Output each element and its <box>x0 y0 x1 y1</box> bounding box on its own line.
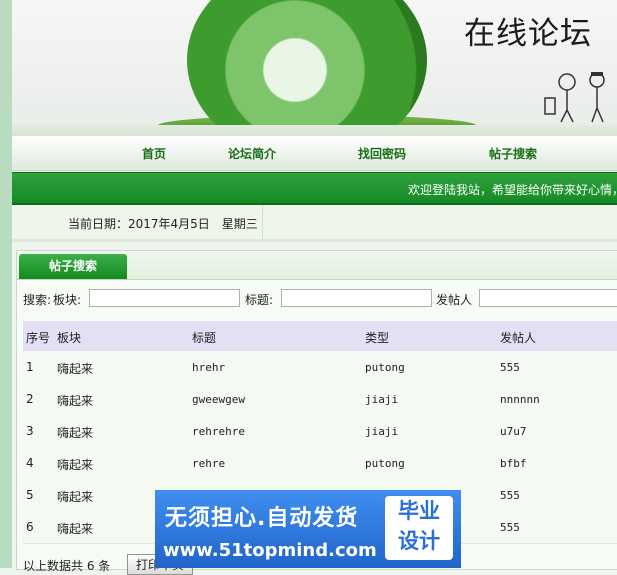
title-input[interactable] <box>281 289 432 307</box>
poster-input[interactable] <box>479 289 617 307</box>
cell-index: 4 <box>26 456 34 470</box>
table-header: 序号 板块 标题 类型 发帖人 <box>23 321 617 351</box>
col-index: 序号 <box>26 331 51 345</box>
tab-post-search[interactable]: 帖子搜索 <box>19 254 127 279</box>
cell-poster: nnnnnn <box>500 393 540 406</box>
banner-base <box>12 125 617 136</box>
date-bar: 当前日期：2017年4月5日 星期三 <box>12 205 617 242</box>
watermark-slogan: 无须担心.自动发货 <box>165 506 359 531</box>
table-row[interactable]: 2 嗨起来 gweewgew jiaji nnnnnn <box>23 383 617 416</box>
cell-board: 嗨起来 <box>57 362 94 376</box>
cell-index: 5 <box>26 488 34 502</box>
cartoon-people-icon <box>544 72 605 123</box>
table-row[interactable]: 1 嗨起来 hrehr putong 555 <box>23 351 617 384</box>
watermark-badge: 毕业 设计 <box>385 496 453 560</box>
col-title: 标题 <box>192 331 217 345</box>
cell-board: 嗨起来 <box>57 458 94 472</box>
welcome-text: 欢迎登陆我站，希望能给你带来好心情， <box>408 183 617 197</box>
title-label: 标题: <box>245 293 274 307</box>
watermark-banner: 无须担心.自动发货 www.51topmind.com 毕业 设计 <box>155 490 461 568</box>
record-count: 以上数据共 6 条 <box>23 559 111 573</box>
cell-title[interactable]: rehre <box>192 457 225 470</box>
table-row[interactable]: 3 嗨起来 rehrehre jiaji u7u7 <box>23 415 617 448</box>
panel-header: 帖子搜索 <box>17 251 617 280</box>
board-input[interactable] <box>89 289 240 307</box>
table-footer: 以上数据共 6 条 打印本页 <box>23 554 194 575</box>
col-board: 板块 <box>57 331 82 345</box>
cell-poster: 555 <box>500 489 520 502</box>
poster-label: 发帖人 <box>436 293 473 307</box>
cell-type: jiaji <box>365 393 399 406</box>
col-type: 类型 <box>365 331 390 345</box>
watermark-badge-line2: 设计 <box>398 529 440 553</box>
cell-poster: bfbf <box>500 457 527 470</box>
cell-board: 嗨起来 <box>57 522 94 536</box>
cell-board: 嗨起来 <box>57 394 94 408</box>
header-banner: 在线论坛 <box>12 0 617 137</box>
nav-post-search[interactable]: 帖子搜索 <box>489 145 537 162</box>
cell-index: 3 <box>26 424 34 438</box>
watermark-badge-line1: 毕业 <box>398 499 440 523</box>
cell-title[interactable]: gweewgew <box>192 393 245 406</box>
cell-type: jiaji <box>365 425 399 438</box>
main-nav: 首页 论坛简介 找回密码 帖子搜索 <box>12 136 617 171</box>
table-row[interactable]: 4 嗨起来 rehre putong bfbf <box>23 447 617 480</box>
cell-title[interactable]: hrehr <box>192 361 225 374</box>
cell-type: putong <box>365 361 405 374</box>
nav-forum-intro[interactable]: 论坛简介 <box>228 145 276 162</box>
watermark-url: www.51topmind.com <box>163 540 377 561</box>
cell-index: 6 <box>26 520 34 534</box>
search-prefix-label: 搜索: <box>23 293 52 307</box>
nav-recover-password[interactable]: 找回密码 <box>358 145 406 162</box>
cell-board: 嗨起来 <box>57 426 94 440</box>
cell-poster: u7u7 <box>500 425 527 438</box>
site-title: 在线论坛 <box>464 16 592 52</box>
page: 在线论坛 首页 论坛简介 找回密码 帖子搜索 欢迎登陆我站，希望能给你带来好心情… <box>0 0 617 575</box>
globe-image <box>187 0 427 136</box>
cell-index: 1 <box>26 360 34 374</box>
nav-home[interactable]: 首页 <box>142 145 166 162</box>
date-cell: 当前日期：2017年4月5日 星期三 <box>12 205 263 239</box>
board-label: 板块: <box>53 293 82 307</box>
cell-poster: 555 <box>500 521 520 534</box>
cell-type: putong <box>365 457 405 470</box>
left-strip <box>0 0 12 568</box>
cell-title[interactable]: rehrehre <box>192 425 245 438</box>
cell-board: 嗨起来 <box>57 490 94 504</box>
cell-poster: 555 <box>500 361 520 374</box>
welcome-marquee: 欢迎登陆我站，希望能给你带来好心情， <box>12 172 617 205</box>
cell-index: 2 <box>26 392 34 406</box>
col-poster: 发帖人 <box>500 331 537 345</box>
current-date: 当前日期：2017年4月5日 星期三 <box>68 217 258 231</box>
